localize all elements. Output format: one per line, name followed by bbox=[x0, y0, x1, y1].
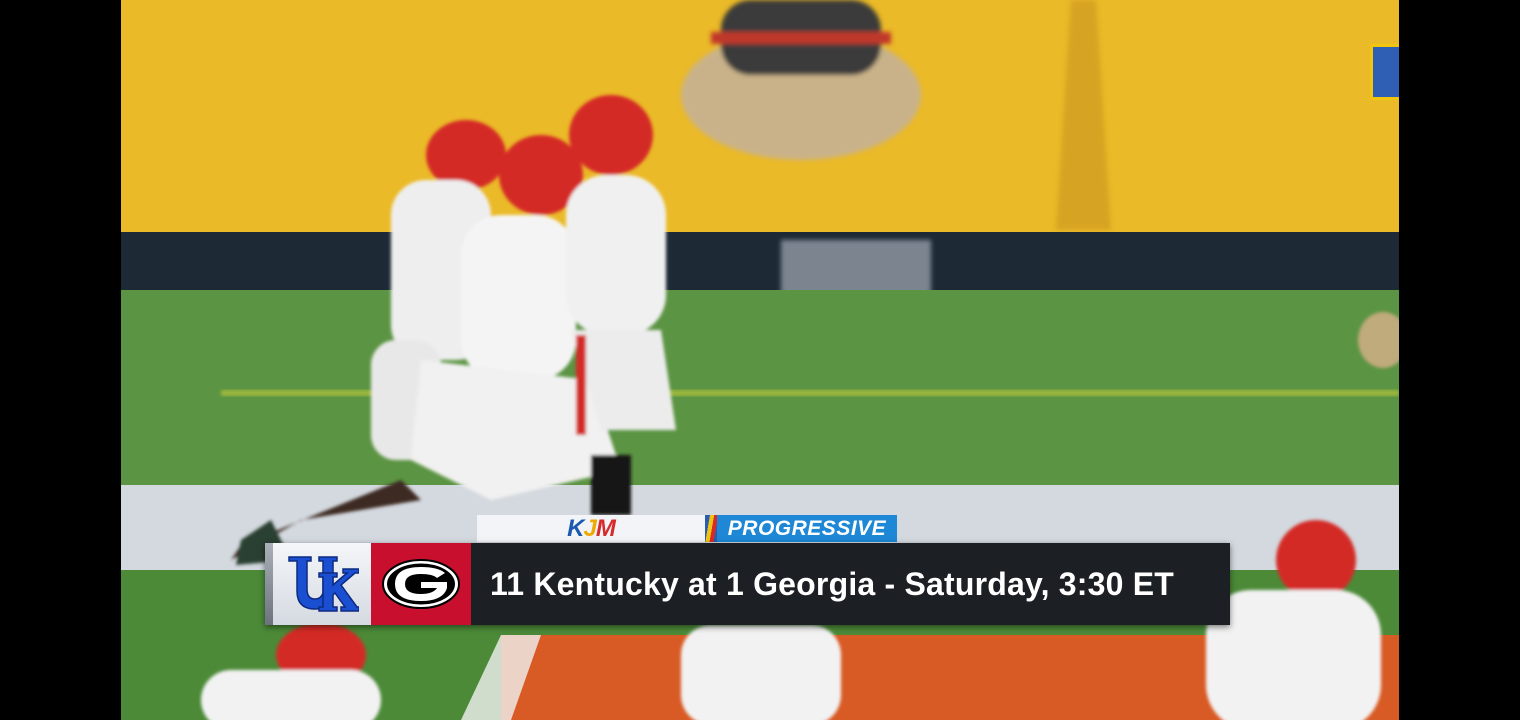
kjm-letter-j: J bbox=[583, 514, 596, 542]
matchup-headline: 11 Kentucky at 1 Georgia - Saturday, 3:3… bbox=[490, 565, 1175, 602]
sponsor-bar: K J M PROGRESSIVE bbox=[477, 515, 897, 542]
letterbox-right bbox=[1399, 0, 1520, 720]
georgia-team-panel bbox=[371, 543, 471, 625]
kjm-logo: K J M bbox=[477, 515, 705, 542]
kjm-letter-m: M bbox=[595, 514, 616, 542]
uk-logo-icon bbox=[288, 556, 359, 612]
kentucky-team-panel bbox=[273, 543, 371, 625]
lower-third-graphic: K J M PROGRESSIVE 11 Kentucky at 1 Georg… bbox=[265, 515, 1230, 625]
matchup-bar: 11 Kentucky at 1 Georgia - Saturday, 3:3… bbox=[265, 543, 1230, 625]
georgia-g-logo-icon bbox=[382, 559, 460, 609]
kjm-letter-k: K bbox=[567, 514, 584, 542]
letterbox-left bbox=[0, 0, 121, 720]
progressive-sponsor-label: PROGRESSIVE bbox=[717, 515, 897, 542]
kjm-corner-bug: K J M bbox=[1370, 44, 1399, 100]
sponsor-divider-stripes bbox=[705, 515, 717, 542]
matchup-bar-edge bbox=[265, 543, 273, 625]
